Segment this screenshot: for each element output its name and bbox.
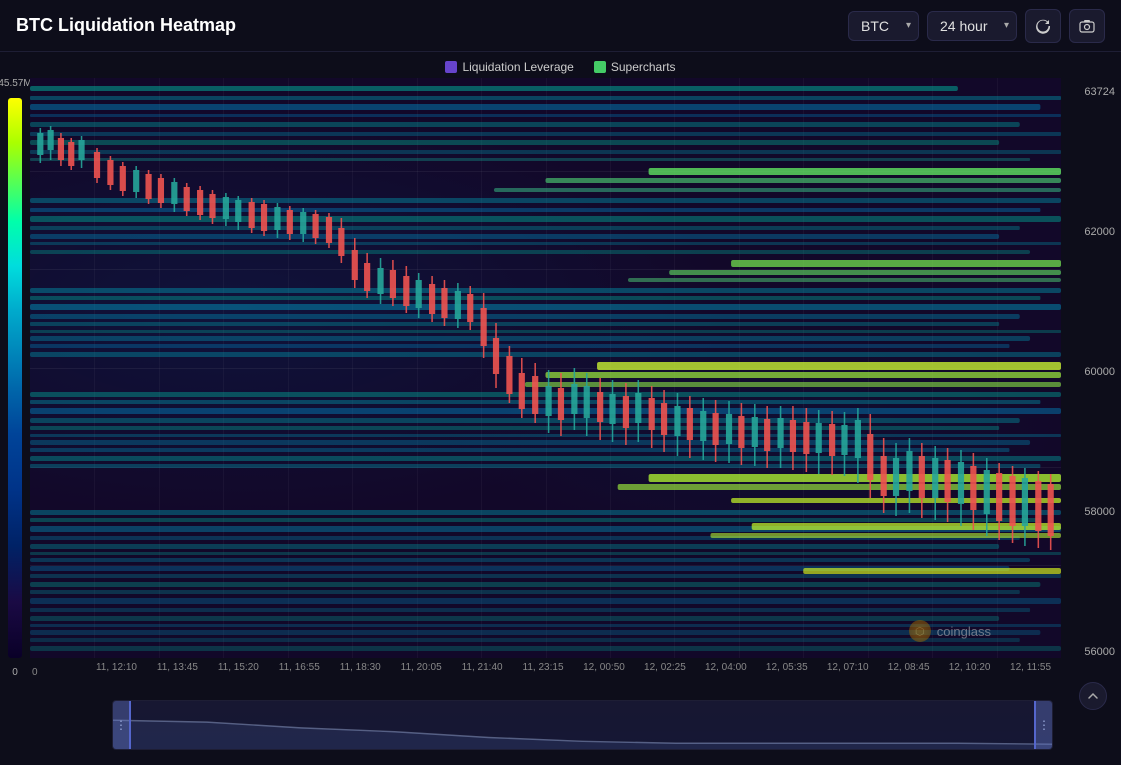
time-label: 12, 08:45	[878, 662, 939, 673]
price-label: 62000	[1067, 226, 1115, 238]
chart-area[interactable]: ⬡ coinglass 0 11, 12:1011, 13:4511, 15:2…	[30, 78, 1061, 698]
chart-container: 45.57M 0	[0, 78, 1121, 698]
time-label: 11, 23:15	[513, 662, 574, 673]
legend-supercharts-label: Supercharts	[611, 60, 676, 74]
time-label: 12, 10:20	[939, 662, 1000, 673]
page-title: BTC Liquidation Heatmap	[16, 15, 236, 36]
coinglass-logo-icon: ⬡	[909, 620, 931, 642]
time-label: 11, 21:40	[452, 662, 513, 673]
price-label: 56000	[1067, 646, 1115, 658]
colorbar: 45.57M 0	[6, 78, 24, 698]
time-label: 11, 18:30	[330, 662, 391, 673]
controls: BTC ETH SOL BNB XRP ▾ 4 hour 12 hour 24 …	[848, 9, 1105, 43]
header: BTC Liquidation Heatmap BTC ETH SOL BNB …	[0, 0, 1121, 52]
time-label: 12, 07:10	[817, 662, 878, 673]
price-label: 63724	[1067, 86, 1115, 98]
price-axis: 63724 62000 60000 58000 56000	[1061, 78, 1121, 698]
minimap-right-handle[interactable]: ⋮	[1034, 701, 1052, 749]
time-label: 12, 00:50	[574, 662, 635, 673]
time-selector[interactable]: 4 hour 12 hour 24 hour 3 day 7 day	[927, 11, 1017, 41]
scroll-up-button[interactable]	[1079, 682, 1107, 710]
minimap[interactable]: ⋮ ⋮	[112, 700, 1053, 750]
legend-supercharts: Supercharts	[594, 60, 676, 74]
time-label: 12, 05:35	[756, 662, 817, 673]
watermark: ⬡ coinglass	[909, 620, 991, 642]
colorbar-bottom-label: 0	[12, 667, 18, 678]
time-label: 12, 04:00	[695, 662, 756, 673]
btc-selector-wrapper: BTC ETH SOL BNB XRP ▾	[848, 11, 919, 41]
y-zero-label: 0	[32, 667, 38, 678]
coinglass-text: coinglass	[937, 624, 991, 639]
time-label: 11, 15:20	[208, 662, 269, 673]
price-label: 60000	[1067, 366, 1115, 378]
btc-selector[interactable]: BTC ETH SOL BNB XRP	[848, 11, 919, 41]
time-label: 12, 02:25	[634, 662, 695, 673]
time-label: 12, 11:55	[1000, 662, 1061, 673]
refresh-button[interactable]	[1025, 9, 1061, 43]
colorbar-top-label: 45.57M	[0, 78, 32, 89]
left-handle-icon: ⋮	[115, 718, 127, 732]
time-selector-wrapper: 4 hour 12 hour 24 hour 3 day 7 day ▾	[927, 11, 1017, 41]
camera-button[interactable]	[1069, 9, 1105, 43]
time-axis: 11, 12:1011, 13:4511, 15:2011, 16:5511, …	[86, 658, 1061, 677]
legend: Liquidation Leverage Supercharts	[0, 52, 1121, 78]
time-label: 11, 20:05	[391, 662, 452, 673]
legend-liquidation-label: Liquidation Leverage	[462, 60, 573, 74]
time-label: 11, 13:45	[147, 662, 208, 673]
time-label: 11, 12:10	[86, 662, 147, 673]
heatmap-canvas: ⬡ coinglass	[30, 78, 1061, 658]
right-handle-icon: ⋮	[1038, 718, 1050, 732]
time-label: 11, 16:55	[269, 662, 330, 673]
colorbar-gradient	[8, 98, 22, 658]
minimap-chart	[113, 701, 1052, 749]
supercharts-dot	[594, 61, 606, 73]
heatmap-svg	[30, 78, 1061, 658]
camera-icon	[1079, 18, 1095, 34]
refresh-icon	[1035, 18, 1051, 34]
minimap-content	[113, 701, 1052, 749]
minimap-left-handle[interactable]: ⋮	[113, 701, 131, 749]
price-label: 58000	[1067, 506, 1115, 518]
chevron-up-icon	[1087, 690, 1099, 702]
legend-liquidation: Liquidation Leverage	[445, 60, 573, 74]
liquidation-dot	[445, 61, 457, 73]
